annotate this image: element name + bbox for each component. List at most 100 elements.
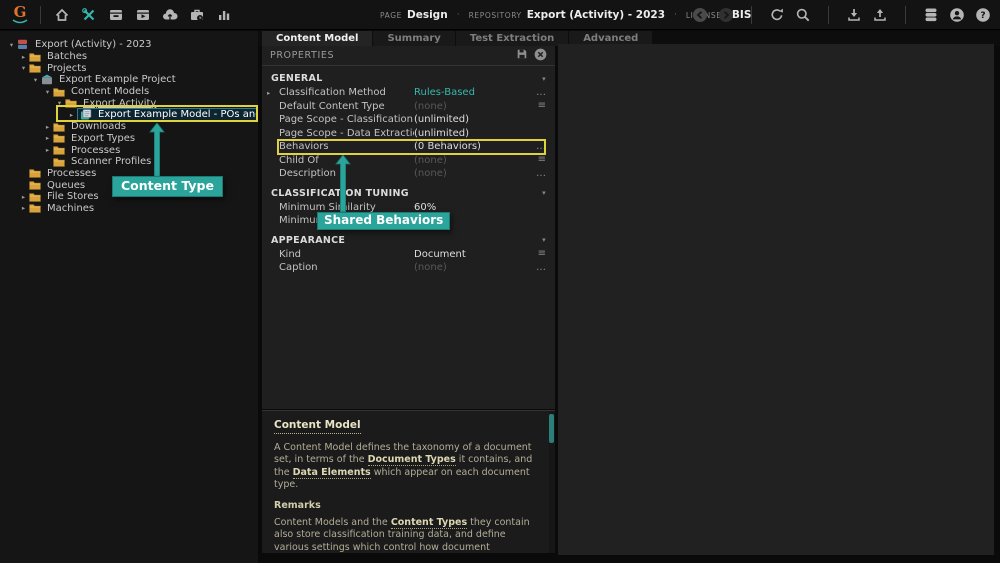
back-icon[interactable] (689, 4, 711, 26)
property-row-caption[interactable]: Caption(none)… (262, 261, 555, 275)
section-header-classification-tuning[interactable]: CLASSIFICATION TUNING▾ (262, 186, 555, 201)
property-label: Kind (279, 249, 414, 260)
expander-open-icon[interactable]: ▾ (42, 88, 53, 96)
property-label: Default Content Type (279, 101, 414, 112)
stats-icon[interactable] (213, 4, 235, 26)
selected-tree-item[interactable]: Export Example Model - POs and Invoices (77, 108, 258, 121)
tree-item-export-example-model-pos-and-invoices[interactable]: ▸Export Example Model - POs and Invoices (0, 109, 258, 121)
jobs-icon[interactable] (186, 4, 208, 26)
home-icon[interactable] (51, 4, 73, 26)
section-header-general[interactable]: GENERAL▾ (262, 71, 555, 86)
design-tools-icon[interactable] (78, 4, 100, 26)
tree-item-processes[interactable]: ▸ Processes (0, 144, 258, 156)
property-value[interactable]: (none) (414, 155, 531, 166)
repository-value[interactable]: Export (Activity) - 2023 (527, 9, 665, 21)
expander-open-icon[interactable]: ▾ (54, 99, 65, 107)
expander-open-icon[interactable]: ▾ (30, 76, 41, 84)
app-window: G (0, 0, 1000, 563)
tree-item-export-activity-2023[interactable]: ▾Export (Activity) - 2023 (0, 39, 258, 51)
property-row-classification-method[interactable]: ▸Classification MethodRules-Based… (262, 86, 555, 100)
tree-item-content-models[interactable]: ▾Content Models (0, 86, 258, 98)
property-value[interactable]: (0 Behaviors) (414, 141, 531, 152)
property-label: Page Scope - Data Extraction (279, 128, 414, 139)
refresh-icon[interactable] (766, 4, 788, 26)
property-row-page-scope-data-extraction[interactable]: Page Scope - Data Extraction(unlimited) (262, 127, 555, 141)
help-link-document-types[interactable]: Document Types (368, 454, 456, 466)
cancel-icon[interactable] (534, 48, 547, 64)
property-value[interactable]: Rules-Based (414, 87, 531, 98)
menu-button[interactable]: ≡ (531, 156, 555, 164)
grooper-logo[interactable]: G (10, 5, 30, 24)
ellipsis-button[interactable]: … (531, 170, 555, 178)
batches-icon[interactable] (105, 4, 127, 26)
chevron-down-icon[interactable]: ▾ (542, 75, 546, 83)
expander-closed-icon[interactable]: ▸ (18, 193, 29, 201)
page-value[interactable]: Design (407, 9, 448, 21)
download-icon[interactable] (843, 4, 865, 26)
tab-summary[interactable]: Summary (373, 31, 454, 46)
property-value[interactable]: (none) (414, 168, 531, 179)
expander-closed-icon[interactable]: ▸ (18, 53, 29, 61)
tree-item-label: Export Activity (80, 98, 159, 109)
tree-item-downloads[interactable]: ▸Downloads (0, 121, 258, 133)
tree-item-label: Projects (44, 63, 89, 74)
property-row-page-scope-classification[interactable]: Page Scope - Classification(unlimited) (262, 113, 555, 127)
property-value[interactable]: (unlimited) (414, 128, 531, 139)
property-row-child-of[interactable]: Child Of(none)≡ (262, 154, 555, 168)
tree-item-label: Queues (44, 180, 88, 191)
folder-icon (29, 192, 41, 202)
search-icon[interactable] (792, 4, 814, 26)
upload-icon[interactable] (869, 4, 891, 26)
expander-open-icon[interactable]: ▾ (18, 64, 29, 72)
folder-icon (29, 180, 41, 190)
tree-item-export-types[interactable]: ▸Export Types (0, 133, 258, 145)
ellipsis-button[interactable]: … (531, 89, 555, 97)
tree-item-batches[interactable]: ▸Batches (0, 51, 258, 63)
property-value[interactable]: (none) (414, 262, 531, 273)
tab-test-extraction[interactable]: Test Extraction (456, 31, 568, 46)
save-icon[interactable] (516, 48, 528, 63)
tab-content-model[interactable]: Content Model (262, 31, 372, 46)
menu-button[interactable]: ≡ (531, 250, 555, 258)
property-row-default-content-type[interactable]: Default Content Type(none)≡ (262, 100, 555, 114)
chevron-down-icon[interactable]: ▾ (542, 236, 546, 244)
help-link-data-elements[interactable]: Data Elements (293, 467, 371, 479)
help-link-content-types[interactable]: Content Types (391, 517, 467, 529)
tree-item-machines[interactable]: ▸Machines (0, 203, 258, 215)
tree-item-label: Processes (68, 145, 123, 156)
tree-item-projects[interactable]: ▾ Projects (0, 62, 258, 74)
ellipsis-button[interactable]: … (531, 264, 555, 272)
property-row-behaviors[interactable]: Behaviors(0 Behaviors)… (262, 140, 555, 154)
expander-closed-icon[interactable]: ▸ (18, 204, 29, 212)
user-icon[interactable] (946, 4, 968, 26)
expander-closed-icon[interactable]: ▸ (42, 123, 53, 131)
tree-item-export-example-project[interactable]: ▾Export Example Project (0, 74, 258, 86)
help-scrollbar[interactable] (549, 411, 555, 553)
property-value[interactable]: (unlimited) (414, 114, 531, 125)
property-value[interactable]: (none) (414, 101, 531, 112)
folder-icon (65, 98, 77, 108)
expander-closed-icon[interactable]: ▸ (66, 111, 77, 119)
cloud-upload-icon[interactable] (159, 4, 181, 26)
expander-open-icon[interactable]: ▾ (6, 41, 17, 49)
batch-process-icon[interactable] (132, 4, 154, 26)
expander-closed-icon[interactable]: ▸ (42, 134, 53, 142)
property-row-description[interactable]: Description(none)… (262, 167, 555, 181)
tree-item-export-activity[interactable]: ▾ Export Activity (0, 97, 258, 109)
folder-icon (29, 168, 41, 178)
folder-icon (29, 52, 41, 62)
help-icon[interactable]: ? (972, 4, 994, 26)
expander-closed-icon[interactable]: ▸ (42, 146, 53, 154)
ellipsis-button[interactable]: … (531, 143, 555, 151)
forward-icon[interactable] (715, 4, 737, 26)
help-title-link[interactable]: Content Model (274, 419, 361, 434)
chevron-down-icon[interactable]: ▾ (542, 189, 546, 197)
property-value[interactable]: Document (414, 249, 531, 260)
database-icon[interactable] (920, 4, 942, 26)
property-row-kind[interactable]: KindDocument≡ (262, 248, 555, 262)
row-expander-icon[interactable]: ▸ (267, 89, 270, 97)
menu-button[interactable]: ≡ (531, 102, 555, 110)
tree-item-scanner-profiles[interactable]: Scanner Profiles (0, 156, 258, 168)
section-header-appearance[interactable]: APPEARANCE▾ (262, 233, 555, 248)
scrollbar-thumb[interactable] (549, 414, 554, 443)
